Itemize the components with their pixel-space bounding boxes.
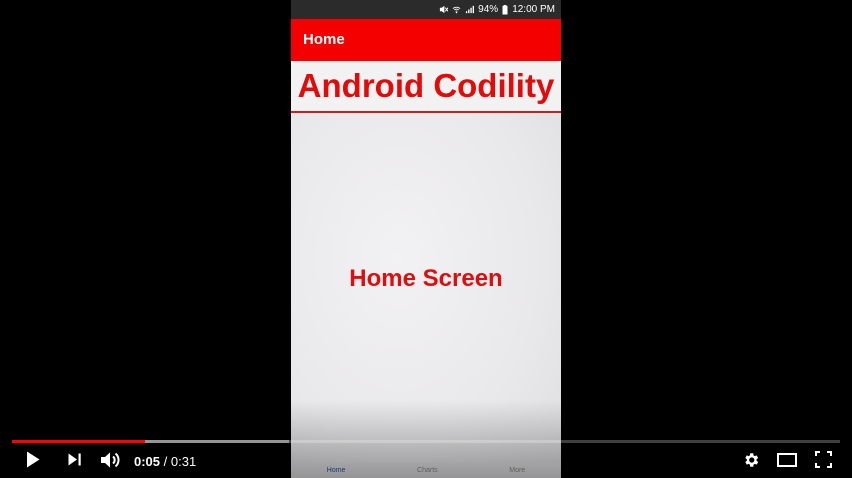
progress-bar[interactable] [12, 440, 840, 443]
status-bar: 94% 12:00 PM [291, 0, 561, 19]
app-bar-title: Home [303, 31, 345, 48]
battery-icon [502, 4, 508, 15]
banner-text: Android Codility [297, 67, 555, 104]
status-clock: 12:00 PM [512, 4, 555, 15]
theater-mode-icon [777, 452, 797, 472]
theater-mode-button[interactable] [774, 450, 800, 474]
bottom-navigation: Home Charts More [291, 463, 561, 478]
signal-icon [465, 5, 475, 14]
time-separator: / [160, 454, 171, 469]
time-display: 0:05 / 0:31 [134, 452, 196, 472]
battery-percent: 94% [478, 4, 499, 15]
next-button[interactable] [63, 450, 87, 474]
home-screen-label: Home Screen [349, 265, 503, 292]
app-banner: Android Codility [291, 61, 561, 113]
time-current: 0:05 [134, 454, 161, 469]
screen-content [291, 113, 561, 478]
settings-button[interactable] [739, 450, 763, 474]
app-bar: Home [291, 19, 561, 61]
mute-icon [439, 5, 449, 14]
fullscreen-icon [814, 451, 832, 473]
played-progress [12, 440, 146, 443]
bottom-nav-item-home[interactable]: Home [327, 463, 346, 478]
settings-icon [742, 451, 760, 474]
play-icon [26, 451, 40, 473]
volume-button[interactable] [97, 450, 125, 474]
bottom-nav-item-more[interactable]: More [509, 463, 525, 478]
video-area[interactable]: 94% 12:00 PM Home Android Codility Home … [0, 0, 852, 478]
next-icon [68, 453, 82, 471]
bottom-nav-item-charts[interactable]: Charts [417, 463, 438, 478]
time-total: 0:31 [170, 454, 197, 469]
fullscreen-button[interactable] [811, 450, 835, 474]
volume-icon [100, 451, 122, 474]
play-button[interactable] [21, 450, 45, 474]
phone-screen: 94% 12:00 PM Home Android Codility Home … [291, 0, 561, 478]
wifi-icon [452, 5, 461, 14]
